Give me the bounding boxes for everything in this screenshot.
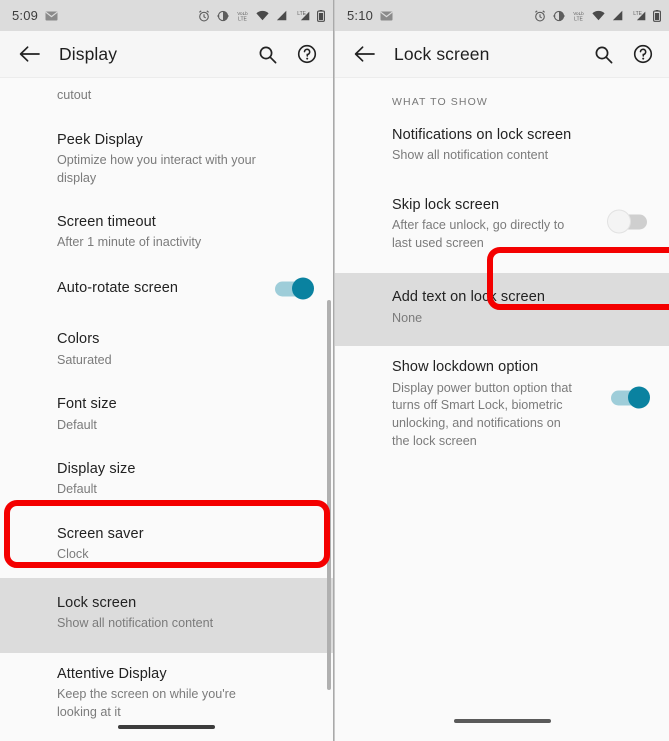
list-item-screen-saver[interactable]: Screen saver Clock [0, 508, 333, 578]
list-item-lock-screen[interactable]: Lock screen Show all notification conten… [0, 577, 333, 653]
alarm-icon [198, 9, 210, 22]
status-bar-clock: 5:10 [347, 8, 374, 23]
mail-icon [45, 11, 58, 21]
list-item-title: Peek Display [57, 131, 143, 148]
toggle-knob [292, 277, 314, 300]
list-item-display-size[interactable]: Display size Default [0, 443, 333, 508]
right-app-bar-actions [591, 42, 655, 66]
list-item-subtitle: After 1 minute of inactivity [57, 235, 202, 250]
status-bar-left-group: 5:09 [12, 8, 58, 23]
list-item-subtitle: Default [57, 417, 97, 432]
list-item-title: Screen saver [57, 526, 144, 543]
search-icon[interactable] [591, 42, 615, 66]
signal-icon [612, 10, 623, 21]
help-icon[interactable] [631, 42, 655, 66]
list-item-subtitle: Saturated [57, 352, 112, 367]
toggle-knob [628, 386, 650, 409]
wifi-icon [256, 10, 269, 21]
svg-text:LTE: LTE [238, 16, 247, 22]
right-navigation-bar [335, 701, 669, 741]
left-settings-list[interactable]: cutout Peek Display Optimize how you int… [0, 78, 333, 741]
wifi-icon [592, 10, 605, 21]
back-arrow-icon[interactable] [349, 39, 379, 69]
list-item-title: Colors [57, 331, 100, 348]
list-item[interactable]: cutout [0, 78, 333, 114]
back-arrow-icon[interactable] [14, 39, 44, 69]
list-item-subtitle: Show all notification content [57, 616, 214, 631]
auto-rotate-toggle[interactable] [275, 277, 314, 300]
mail-icon [380, 11, 393, 21]
list-item-title: Screen timeout [57, 214, 156, 231]
list-item-auto-rotate-screen[interactable]: Auto-rotate screen [0, 261, 333, 316]
left-phone-screen: 5:09 VoLb LTE LTE Display cutout Peek Di… [0, 0, 334, 741]
status-bar-right-group: VoLb LTE LTE [198, 9, 325, 22]
right-phone-screen: 5:10 VoLb LTE LTE Lock screen WHAT TO SH… [334, 0, 669, 741]
list-item-screen-timeout[interactable]: Screen timeout After 1 minute of inactiv… [0, 196, 333, 261]
list-item-title: Attentive Display [57, 665, 167, 682]
list-item-subtitle: None [392, 310, 423, 325]
list-item-subtitle: cutout [57, 88, 92, 102]
lte-icon: LTE [630, 10, 646, 21]
alarm-icon [534, 9, 546, 22]
nav-gesture-handle[interactable] [453, 719, 551, 723]
left-app-bar: Display [0, 31, 333, 78]
list-item-font-size[interactable]: Font size Default [0, 378, 333, 443]
list-item-subtitle: Default [57, 482, 97, 497]
nav-gesture-handle[interactable] [118, 725, 215, 729]
status-bar-left-group: 5:10 [347, 8, 393, 23]
status-bar-right-group: VoLb LTE LTE [534, 9, 661, 22]
skip-lock-screen-toggle[interactable] [608, 210, 647, 233]
list-item-colors[interactable]: Colors Saturated [0, 316, 333, 378]
volte-icon: VoLb LTE [572, 10, 585, 22]
status-bar-clock: 5:09 [12, 8, 39, 23]
list-item-subtitle: Clock [57, 547, 89, 562]
page-title: Lock screen [394, 43, 490, 64]
scrollbar-thumb[interactable] [327, 300, 331, 690]
list-item-add-text-on-lock-screen[interactable]: Add text on lock screen None [335, 273, 669, 347]
right-status-bar: 5:10 VoLb LTE LTE [335, 0, 669, 31]
volte-icon: VoLb LTE [236, 10, 249, 22]
list-item-title: Notifications on lock screen [392, 127, 572, 143]
left-status-bar: 5:09 VoLb LTE LTE [0, 0, 333, 31]
search-icon[interactable] [255, 42, 279, 66]
battery-icon [317, 9, 325, 22]
toggle-knob [608, 210, 630, 233]
help-icon[interactable] [295, 42, 319, 66]
page-title: Display [59, 43, 118, 64]
right-settings-list[interactable]: WHAT TO SHOW Notifications on lock scree… [335, 78, 669, 741]
list-item-notifications-on-lock-screen[interactable]: Notifications on lock screen Show all no… [335, 117, 669, 174]
signal-icon [276, 10, 287, 21]
list-item-title: Display size [57, 461, 136, 478]
dnd-icon [553, 10, 565, 22]
dual-screenshot-container: 5:09 VoLb LTE LTE Display cutout Peek Di… [0, 0, 669, 741]
list-item-skip-lock-screen[interactable]: Skip lock screen After face unlock, go d… [335, 174, 669, 262]
list-item-subtitle: Show all notification content [392, 148, 549, 163]
battery-icon [653, 9, 661, 22]
list-item-title: Add text on lock screen [392, 289, 546, 306]
show-lockdown-toggle[interactable] [611, 386, 650, 409]
left-navigation-bar [0, 715, 333, 741]
svg-text:LTE: LTE [574, 16, 583, 22]
lte-icon: LTE [294, 10, 310, 21]
section-header-what-to-show: WHAT TO SHOW [392, 96, 488, 108]
list-item-show-lockdown-option[interactable]: Show lockdown option Display power butto… [335, 346, 669, 459]
list-item-title: Show lockdown option [392, 359, 539, 376]
list-item-subtitle: Display power button option that turns o… [392, 380, 572, 448]
list-item-subtitle: Optimize how you interact with your disp… [57, 152, 256, 185]
list-item-peek-display[interactable]: Peek Display Optimize how you interact w… [0, 114, 333, 197]
list-item-title: Lock screen [57, 594, 137, 611]
left-app-bar-actions [255, 42, 319, 66]
list-item-title: Font size [57, 396, 117, 413]
dnd-icon [217, 10, 229, 22]
right-app-bar: Lock screen [335, 31, 669, 78]
